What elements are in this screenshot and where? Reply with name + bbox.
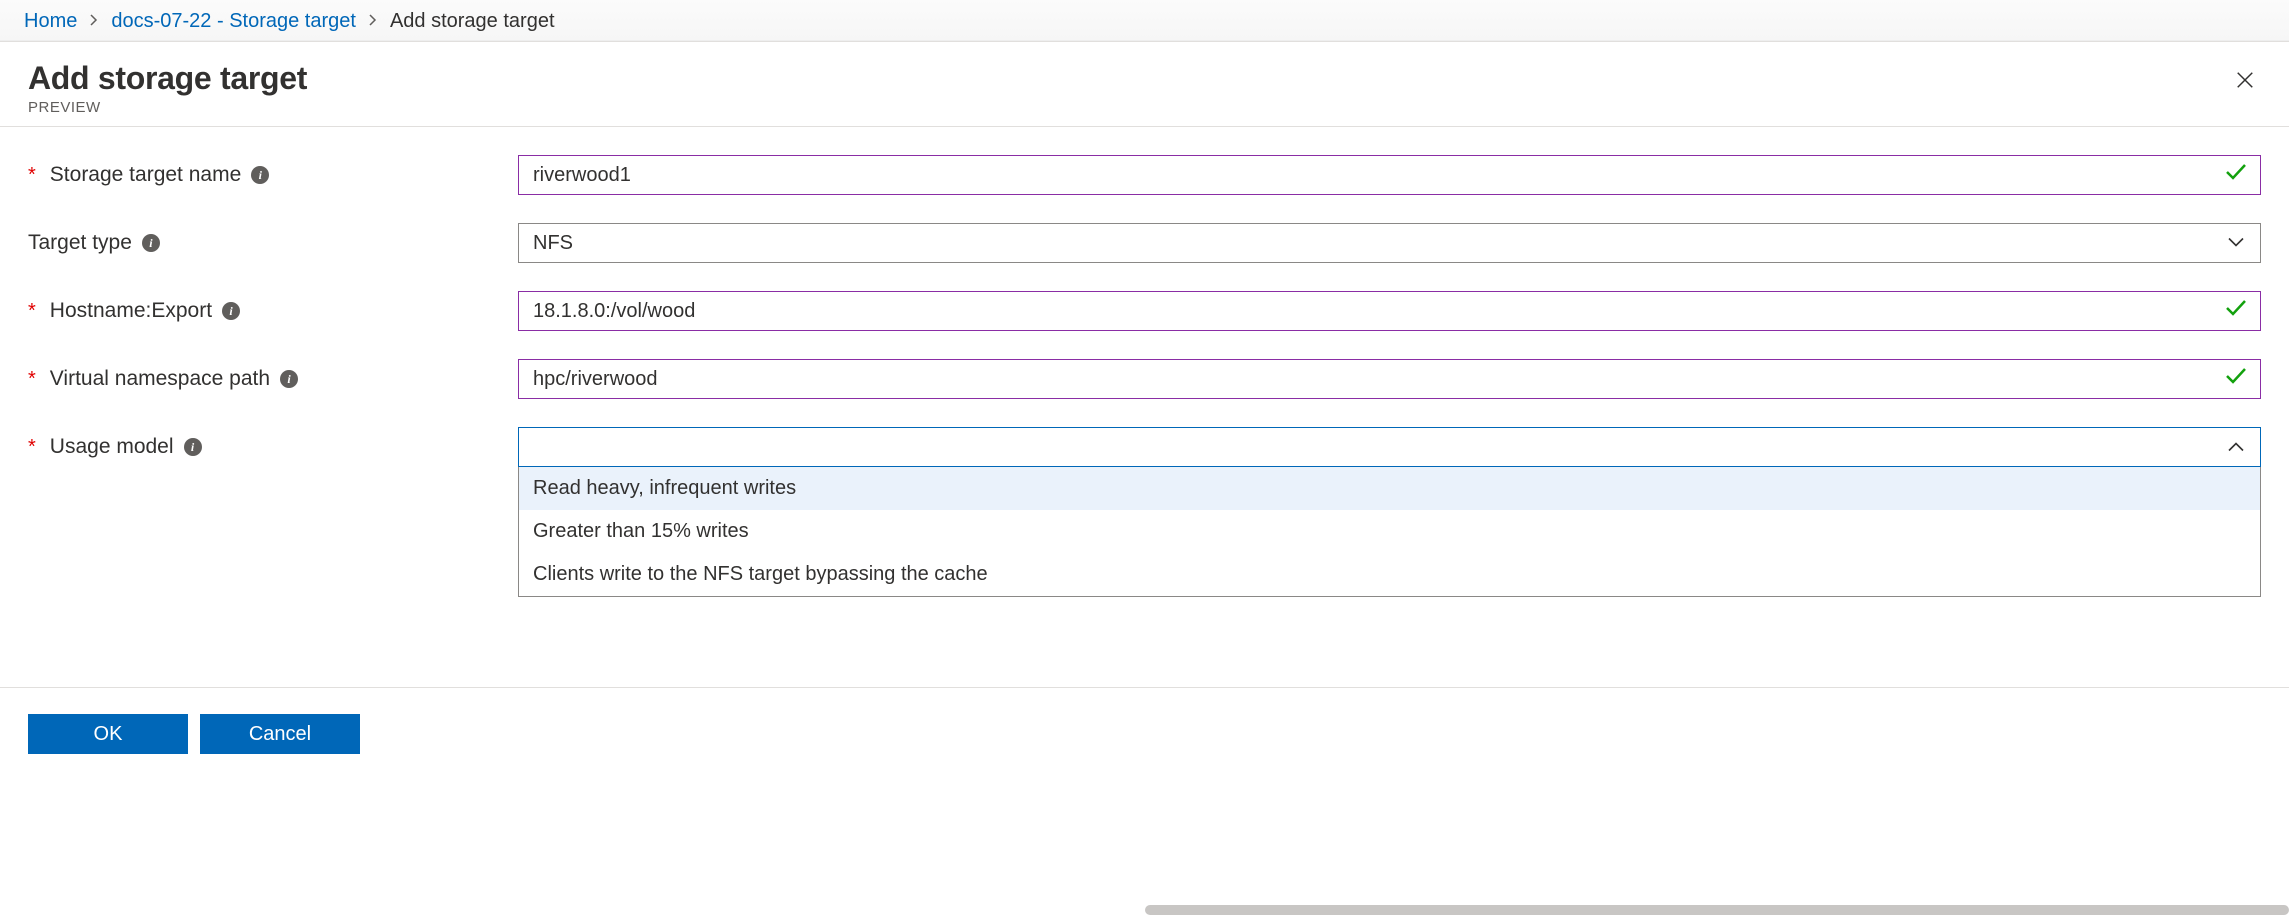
- storage-target-name-input[interactable]: [518, 155, 2261, 195]
- virtual-namespace-path-input[interactable]: [518, 359, 2261, 399]
- usage-model-option[interactable]: Greater than 15% writes: [519, 510, 2260, 553]
- label-text: Virtual namespace path: [50, 367, 270, 391]
- info-icon[interactable]: i: [184, 438, 202, 456]
- row-usage-model: Usage model i Read heavy, infrequent wri…: [28, 427, 2261, 467]
- info-icon[interactable]: i: [142, 234, 160, 252]
- footer: OK Cancel: [0, 688, 2289, 794]
- breadcrumb-separator: [89, 11, 99, 32]
- close-icon: [2235, 69, 2255, 91]
- cancel-button[interactable]: Cancel: [200, 714, 360, 754]
- info-icon[interactable]: i: [251, 166, 269, 184]
- label-target-type: Target type i: [28, 231, 518, 255]
- label-text: Target type: [28, 231, 132, 255]
- close-button[interactable]: [2229, 64, 2261, 96]
- row-virtual-namespace-path: Virtual namespace path i: [28, 359, 2261, 399]
- breadcrumb-separator: [368, 11, 378, 32]
- label-text: Usage model: [50, 435, 174, 459]
- horizontal-scrollbar[interactable]: [0, 902, 2289, 918]
- info-icon[interactable]: i: [222, 302, 240, 320]
- field-hostname-export: [518, 291, 2261, 331]
- field-target-type: NFS: [518, 223, 2261, 263]
- ok-button[interactable]: OK: [28, 714, 188, 754]
- info-icon[interactable]: i: [280, 370, 298, 388]
- row-hostname-export: Hostname:Export i: [28, 291, 2261, 331]
- row-target-type: Target type i NFS: [28, 223, 2261, 263]
- label-virtual-namespace-path: Virtual namespace path i: [28, 367, 518, 391]
- target-type-value: NFS: [533, 232, 573, 255]
- usage-model-dropdown: Read heavy, infrequent writes Greater th…: [518, 467, 2261, 597]
- label-storage-target-name: Storage target name i: [28, 163, 518, 187]
- panel-header: Add storage target PREVIEW: [0, 42, 2289, 127]
- breadcrumb-home[interactable]: Home: [24, 10, 77, 33]
- label-text: Hostname:Export: [50, 299, 212, 323]
- field-usage-model: Read heavy, infrequent writes Greater th…: [518, 427, 2261, 467]
- breadcrumb-resource[interactable]: docs-07-22 - Storage target: [111, 10, 356, 33]
- page-title: Add storage target: [28, 60, 2261, 97]
- usage-model-option[interactable]: Clients write to the NFS target bypassin…: [519, 553, 2260, 596]
- page-subtitle: PREVIEW: [28, 99, 2261, 116]
- breadcrumb: Home docs-07-22 - Storage target Add sto…: [0, 0, 2289, 42]
- usage-model-option[interactable]: Read heavy, infrequent writes: [519, 467, 2260, 510]
- label-text: Storage target name: [50, 163, 241, 187]
- hostname-export-input[interactable]: [518, 291, 2261, 331]
- row-storage-target-name: Storage target name i: [28, 155, 2261, 195]
- label-usage-model: Usage model i: [28, 435, 518, 459]
- target-type-select[interactable]: NFS: [518, 223, 2261, 263]
- usage-model-select[interactable]: [518, 427, 2261, 467]
- scrollbar-thumb[interactable]: [1145, 905, 2289, 915]
- form-body: Storage target name i Target type i NFS …: [0, 127, 2289, 467]
- label-hostname-export: Hostname:Export i: [28, 299, 518, 323]
- field-virtual-namespace-path: [518, 359, 2261, 399]
- breadcrumb-current: Add storage target: [390, 10, 555, 33]
- field-storage-target-name: [518, 155, 2261, 195]
